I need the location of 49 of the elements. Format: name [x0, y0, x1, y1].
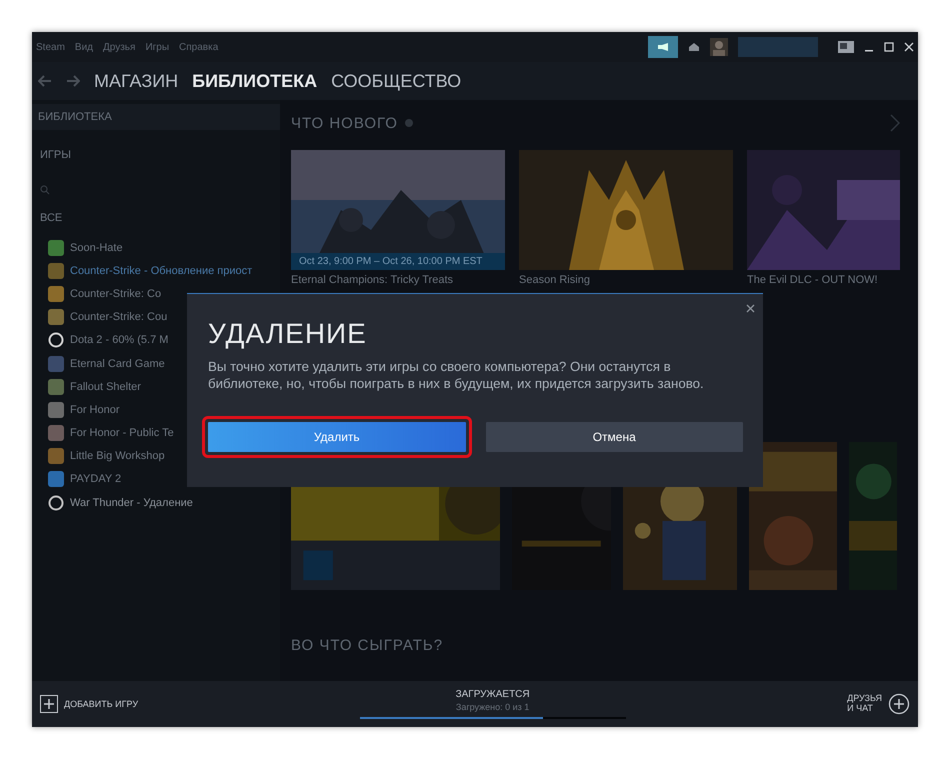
- chat-plus-icon: [888, 693, 910, 715]
- menu-item[interactable]: Друзья: [103, 42, 136, 52]
- picture-mode-icon[interactable]: [838, 41, 854, 53]
- menu-item[interactable]: Вид: [74, 42, 93, 52]
- section-title: ВО ЧТО СЫГРАТЬ?: [291, 636, 444, 654]
- game-title[interactable]: War Thunder - Удаление: [70, 496, 193, 509]
- friends-chat-button[interactable]: ДРУЗЬЯ И ЧАТ: [847, 693, 910, 715]
- game-title[interactable]: Counter-Strike: Cou: [70, 311, 168, 324]
- group-label[interactable]: ВСЕ: [40, 212, 62, 224]
- plus-icon: [40, 695, 58, 713]
- game-title[interactable]: Dota 2 - 60% (5.7 M: [70, 334, 168, 346]
- announcement-button[interactable]: [648, 36, 678, 58]
- game-title[interactable]: Eternal Card Game: [70, 358, 165, 370]
- nav-tab[interactable]: БИБЛИОТЕКА: [192, 70, 318, 92]
- game-title[interactable]: Soon-Hate: [70, 242, 123, 254]
- game-title[interactable]: Counter-Strike - Обновление приост: [70, 264, 252, 277]
- back-arrow-icon[interactable]: [38, 75, 52, 87]
- maximize-icon[interactable]: [884, 42, 894, 52]
- game-title[interactable]: Little Big Workshop: [70, 450, 165, 462]
- game-title[interactable]: For Honor: [70, 404, 120, 416]
- forward-arrow-icon[interactable]: [66, 75, 80, 87]
- menu-item[interactable]: Справка: [179, 42, 218, 52]
- download-status: Загружено: 0 из 1: [456, 702, 530, 712]
- dialog-title: УДАЛЕНИЕ: [208, 318, 368, 350]
- dialog-message: Вы точно хотите удалить эти игры со своего компьютера? Они останутся в библиотеке, но, чтобы поиграть в них в будущем, их придется загрузить заново.: [208, 358, 705, 392]
- game-title[interactable]: Fallout Shelter: [70, 380, 141, 393]
- megaphone-icon: [657, 43, 669, 51]
- uninstall-button[interactable]: Удалить: [208, 422, 466, 452]
- nav-tab[interactable]: СООБЩЕСТВО: [331, 70, 462, 92]
- event-date: Oct 23, 9:00 PM – Oct 26, 10:00 PM EST: [291, 253, 505, 270]
- close-icon[interactable]: [746, 304, 755, 313]
- download-title[interactable]: ЗАГРУЖАЕТСЯ: [456, 689, 530, 700]
- avatar-icon[interactable]: [710, 38, 728, 56]
- tile-caption[interactable]: Eternal Champions: Tricky Treats: [291, 274, 505, 286]
- cancel-button[interactable]: Отмена: [486, 422, 743, 452]
- menu-item[interactable]: Steam: [36, 42, 65, 52]
- account-name-field[interactable]: [738, 37, 818, 57]
- tile-caption[interactable]: The Evil DLC - OUT NOW!: [747, 274, 900, 286]
- game-title[interactable]: Counter-Strike: Co: [70, 288, 162, 300]
- close-icon[interactable]: [904, 42, 914, 52]
- game-title[interactable]: PAYDAY 2: [70, 473, 122, 486]
- filter-label[interactable]: ИГРЫ: [40, 149, 71, 161]
- section-title: ЧТО НОВОГО: [291, 114, 398, 132]
- nav-tab[interactable]: МАГАЗИН: [94, 70, 178, 92]
- tile-caption[interactable]: Season Rising: [519, 274, 733, 286]
- library-header[interactable]: БИБЛИОТЕКА: [32, 104, 280, 130]
- add-game-button[interactable]: ДОБАВИТЬ ИГРУ: [40, 695, 138, 713]
- game-title[interactable]: For Honor - Public Te: [70, 427, 174, 440]
- menu-item[interactable]: Игры: [145, 42, 170, 52]
